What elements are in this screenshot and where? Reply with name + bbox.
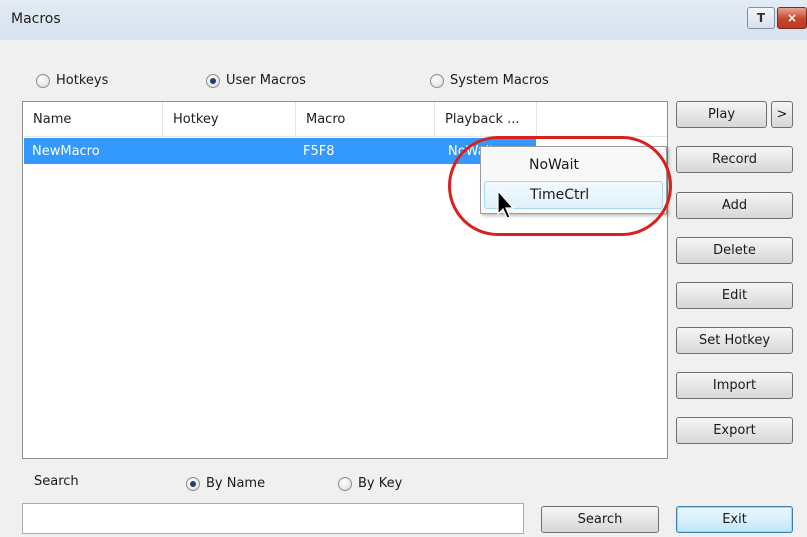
radio-circle-icon — [36, 73, 50, 88]
radio-user-macros[interactable]: User Macros — [206, 73, 306, 88]
title-bar: Macros T × — [0, 0, 807, 40]
list-header: Name Hotkey Macro Playback ... — [23, 102, 667, 137]
add-button[interactable]: Add — [676, 192, 793, 219]
arrow-cursor-icon — [497, 190, 515, 219]
highlight-oval — [448, 136, 672, 236]
radio-by-key[interactable]: By Key — [338, 476, 402, 491]
cell-macro: F5F8 — [303, 143, 335, 159]
set-hotkey-button[interactable]: Set Hotkey — [676, 327, 793, 354]
radio-checked-icon — [186, 476, 200, 491]
window-title: Macros — [11, 11, 61, 27]
play-options-button[interactable]: > — [771, 101, 793, 128]
radio-by-name[interactable]: By Name — [186, 476, 265, 491]
column-header-hotkey[interactable]: Hotkey — [163, 102, 296, 137]
play-button[interactable]: Play — [676, 101, 767, 128]
column-header-macro[interactable]: Macro — [296, 102, 435, 137]
radio-label: By Name — [206, 476, 266, 491]
search-input[interactable] — [22, 503, 524, 534]
cell-name: NewMacro — [32, 143, 100, 159]
radio-label: User Macros — [226, 73, 306, 88]
exit-button[interactable]: Exit — [676, 506, 793, 533]
import-button[interactable]: Import — [676, 372, 793, 399]
help-button[interactable]: T — [747, 7, 775, 29]
radio-label: By Key — [358, 476, 403, 491]
column-header-playback[interactable]: Playback ... — [435, 102, 537, 137]
column-header-name[interactable]: Name — [23, 102, 163, 137]
search-button[interactable]: Search — [541, 506, 659, 533]
radio-hotkeys[interactable]: Hotkeys — [36, 73, 108, 88]
search-label: Search — [34, 474, 79, 489]
export-button[interactable]: Export — [676, 417, 793, 444]
close-icon: × — [786, 11, 798, 25]
radio-circle-icon — [338, 476, 352, 491]
radio-system-macros[interactable]: System Macros — [430, 73, 549, 88]
radio-circle-icon — [430, 73, 444, 88]
delete-button[interactable]: Delete — [676, 237, 793, 264]
edit-button[interactable]: Edit — [676, 282, 793, 309]
radio-label: System Macros — [450, 73, 549, 88]
radio-checked-icon — [206, 73, 220, 88]
help-icon: T — [756, 11, 766, 25]
close-button[interactable]: × — [777, 7, 807, 29]
record-button[interactable]: Record — [676, 146, 793, 173]
radio-label: Hotkeys — [56, 73, 109, 88]
